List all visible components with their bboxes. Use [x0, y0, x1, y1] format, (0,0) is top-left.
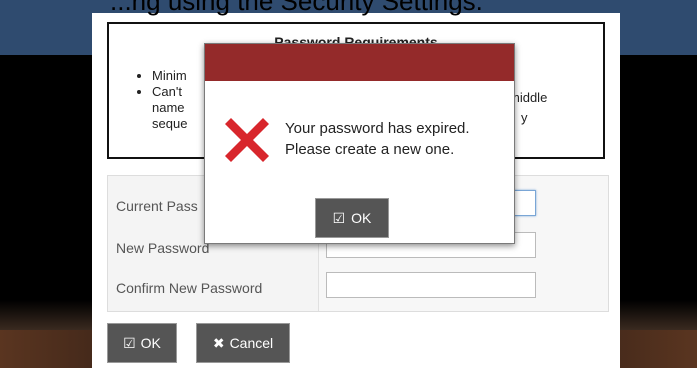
dialog-message-line-1: Your password has expired.: [285, 120, 470, 137]
confirm-password-label: Confirm New Password: [116, 280, 263, 296]
current-password-label: Current Pass: [116, 198, 198, 214]
requirement-partial-right-2: y: [521, 110, 528, 125]
dialog-header: [205, 44, 514, 81]
confirm-password-input[interactable]: [326, 272, 536, 298]
page-top-text: ...ng using the Security Settings.: [110, 0, 483, 16]
ok-button-label: OK: [140, 335, 161, 351]
check-square-icon: ☑: [332, 209, 346, 226]
error-x-icon: [225, 118, 269, 162]
password-expired-dialog: Your password has expired. Please create…: [204, 43, 515, 244]
dialog-message-line-2: Please create a new one.: [285, 141, 455, 158]
new-password-label: New Password: [116, 240, 210, 256]
dialog-message: Your password has expired. Please create…: [285, 118, 470, 160]
dialog-ok-label: OK: [351, 210, 372, 226]
close-icon: ✖: [212, 334, 225, 351]
form-row-confirm-password: Confirm New Password: [108, 270, 608, 306]
ok-button[interactable]: ☑ OK: [107, 323, 177, 363]
cancel-button[interactable]: ✖ Cancel: [196, 323, 290, 363]
check-square-icon: ☑: [123, 334, 136, 351]
dialog-ok-button[interactable]: ☑ OK: [315, 198, 389, 238]
cancel-button-label: Cancel: [229, 335, 274, 351]
